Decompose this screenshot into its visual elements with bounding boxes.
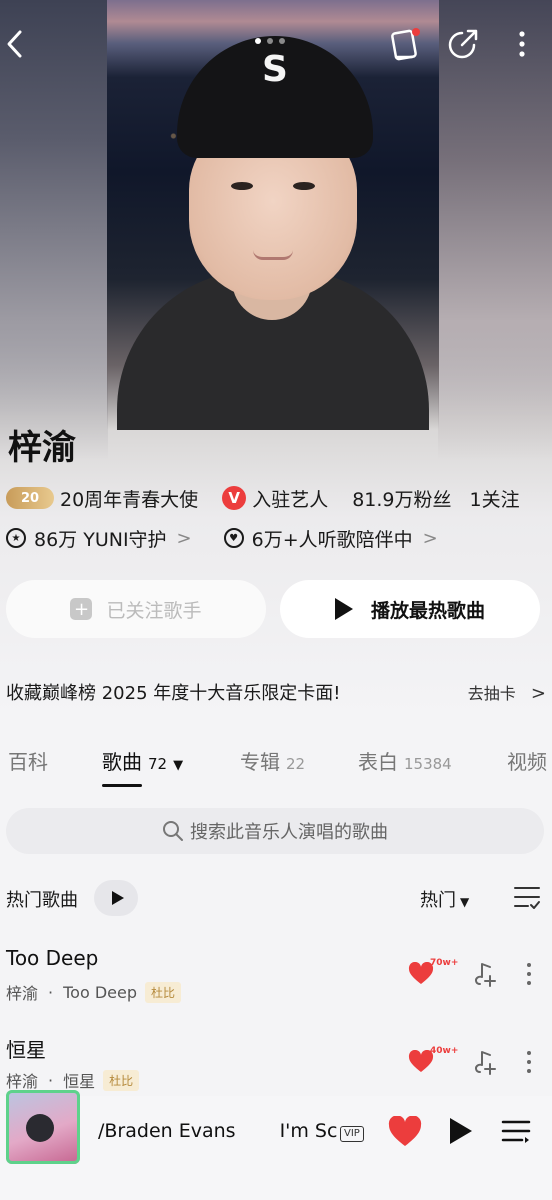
like-count: 40w+ xyxy=(430,1046,459,1056)
play-icon xyxy=(334,598,353,620)
add-to-playlist-icon[interactable] xyxy=(472,960,500,988)
vip-badge: VIP xyxy=(340,1126,364,1142)
like-button[interactable]: 70w+ xyxy=(408,958,458,990)
play-icon xyxy=(111,891,124,905)
chevron-right-icon: > xyxy=(530,683,546,704)
like-button[interactable]: 40w+ xyxy=(408,1046,458,1078)
heart-icon[interactable] xyxy=(388,1116,422,1148)
more-icon[interactable] xyxy=(504,22,540,66)
hero-backdrop-left xyxy=(0,0,108,460)
artist-name: 梓渝 xyxy=(8,428,76,468)
song-subtitle: 梓渝 · Too Deep 杜比 xyxy=(6,980,182,1004)
card-icon[interactable] xyxy=(384,22,424,66)
following-count[interactable]: 1关注 xyxy=(470,485,520,512)
photo-eye-left xyxy=(231,182,253,190)
guard-text[interactable]: 86万 YUNI守护 xyxy=(34,525,167,552)
song-search-input[interactable]: 搜索此音乐人演唱的歌曲 xyxy=(6,808,544,854)
dolby-tag: 杜比 xyxy=(103,1069,140,1091)
search-placeholder: 搜索此音乐人演唱的歌曲 xyxy=(190,822,388,843)
tab-count: 15384 xyxy=(404,755,452,773)
photo-eye-right xyxy=(293,182,315,190)
tab-wiki[interactable]: 百科 xyxy=(8,746,48,775)
follow-button[interactable]: + 已关注歌手 xyxy=(6,580,266,638)
artist-tabs: 百科 歌曲 72 ▼ 专辑 22 表白 15384 视频 xyxy=(0,746,552,787)
now-playing-part1: /Braden Evans xyxy=(98,1120,236,1142)
song-subtitle: 梓渝 · 恒星 杜比 xyxy=(6,1068,140,1092)
add-to-playlist-icon[interactable] xyxy=(472,1048,500,1076)
play-hot-label: 播放最热歌曲 xyxy=(370,599,485,622)
play-icon[interactable] xyxy=(450,1118,472,1144)
promo-banner[interactable]: 收藏巅峰榜 2025 年度十大音乐限定卡面! 去抽卡 > xyxy=(6,678,546,706)
now-playing-part2: I'm Sc xyxy=(279,1120,338,1142)
heart-shield-icon: ♥ xyxy=(223,528,244,548)
tab-count: 72 xyxy=(148,755,168,773)
separator-dot: · xyxy=(48,982,54,1002)
tab-songs[interactable]: 歌曲 72 ▼ xyxy=(102,746,183,775)
sort-label: 热门 xyxy=(420,890,456,911)
song-more-icon[interactable] xyxy=(524,1048,534,1076)
promo-action-label: 去抽卡 xyxy=(467,684,516,703)
microphone-icon xyxy=(26,1114,54,1142)
caret-down-icon: ▼ xyxy=(173,758,184,773)
tab-albums[interactable]: 专辑 22 xyxy=(240,746,305,775)
promo-action[interactable]: 去抽卡 > xyxy=(468,680,546,704)
play-hot-songs-button[interactable]: 播放最热歌曲 xyxy=(280,580,540,638)
chevron-right-icon: > xyxy=(176,527,192,549)
sort-dropdown[interactable]: 热门 ▼ xyxy=(420,886,469,912)
song-album: Too Deep xyxy=(63,982,137,1002)
anniversary-text[interactable]: 20周年青春大使 xyxy=(60,485,198,512)
song-title: 恒星 xyxy=(6,1038,46,1062)
verified-badge: V xyxy=(222,486,247,510)
search-icon xyxy=(163,821,183,841)
tab-label: 百科 xyxy=(8,750,48,774)
hot-songs-title: 热门歌曲 xyxy=(6,890,78,911)
song-album: 恒星 xyxy=(63,1072,96,1091)
chevron-right-icon: > xyxy=(422,527,438,549)
song-title: Too Deep xyxy=(6,946,99,970)
hero-backdrop-right xyxy=(438,0,552,460)
artist-stats: ★ 86万 YUNI守护 > ♥ 6万+人听歌陪伴中 > xyxy=(6,524,438,552)
star-shield-icon: ★ xyxy=(6,528,26,548)
promo-text: 收藏巅峰榜 2025 年度十大音乐限定卡面! xyxy=(6,683,341,704)
back-icon[interactable] xyxy=(0,22,30,66)
tab-label: 视频 xyxy=(507,750,547,774)
caret-down-icon: ▼ xyxy=(460,895,470,909)
song-artist: 梓渝 xyxy=(6,984,39,1003)
tab-label: 表白 xyxy=(358,750,398,774)
plus-icon: + xyxy=(70,598,93,620)
hot-songs-header: 热门歌曲 热门 ▼ xyxy=(6,880,546,916)
song-more-icon[interactable] xyxy=(524,960,534,988)
tab-label: 歌曲 xyxy=(102,750,142,774)
mini-player[interactable]: /Braden Evans I'm Sc VIP xyxy=(0,1090,552,1200)
follow-label: 已关注歌手 xyxy=(106,599,202,622)
tab-videos[interactable]: 视频 xyxy=(507,746,547,775)
verified-text: 入驻艺人 xyxy=(252,488,329,511)
multi-select-icon[interactable] xyxy=(512,882,542,912)
top-bar xyxy=(0,22,552,66)
dolby-tag: 杜比 xyxy=(145,981,182,1003)
separator-dot: · xyxy=(48,1070,54,1090)
album-cover[interactable] xyxy=(6,1090,80,1164)
fans-count[interactable]: 81.9万粉丝 xyxy=(352,485,451,512)
tab-active-indicator xyxy=(102,784,142,787)
tab-label: 专辑 xyxy=(240,750,280,774)
artist-badges: 20 20周年青春大使 V 入驻艺人 81.9万粉丝 1关注 xyxy=(6,484,520,512)
like-count: 70w+ xyxy=(430,958,459,968)
play-all-button[interactable] xyxy=(94,880,138,916)
anniversary-badge: 20 xyxy=(6,487,54,509)
song-row[interactable]: Too Deep 梓渝 · Too Deep 杜比 70w+ xyxy=(6,946,546,1016)
tab-confessions[interactable]: 表白 15384 xyxy=(358,746,452,775)
song-artist: 梓渝 xyxy=(6,1072,39,1091)
song-row[interactable]: 恒星 梓渝 · 恒星 杜比 40w+ xyxy=(6,1034,546,1104)
tab-count: 22 xyxy=(286,755,306,773)
share-icon[interactable] xyxy=(443,22,483,66)
photo-mouth xyxy=(253,250,293,260)
listening-text[interactable]: 6万+人听歌陪伴中 xyxy=(252,525,413,552)
playlist-icon[interactable] xyxy=(500,1116,532,1146)
now-playing-title[interactable]: /Braden Evans I'm Sc xyxy=(98,1120,368,1150)
